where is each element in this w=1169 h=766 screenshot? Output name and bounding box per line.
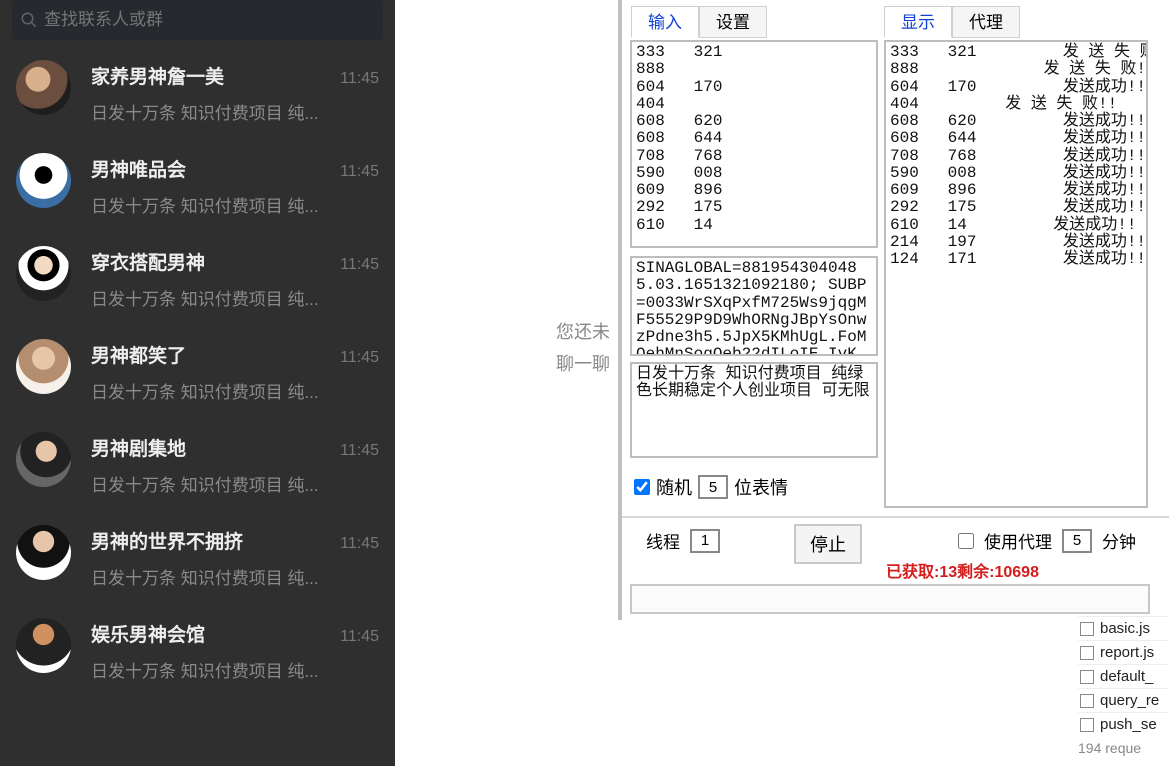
status-got: 13 [939,564,957,581]
checkbox-icon[interactable] [1080,622,1094,636]
file-name: query_re [1100,692,1159,709]
tab-input[interactable]: 输入 [631,6,699,38]
random-checkbox[interactable] [634,479,650,495]
checkbox-icon[interactable] [1080,718,1094,732]
status-left: 10698 [994,564,1039,581]
contact-preview: 日发十万条 知识付费项目 纯... [91,192,351,217]
hint-line: 聊一聊 [556,348,610,380]
file-name: default_ [1100,668,1153,685]
contact-item[interactable]: 男神剧集地 11:45 日发十万条 知识付费项目 纯... [0,417,395,510]
tabs-display-proxy: 显示 代理 [884,6,1020,38]
thread-row: 线程 [646,528,720,553]
avatar [16,153,71,208]
contact-preview: 日发十万条 知识付费项目 纯... [91,564,351,589]
chat-placeholder-hint: 您还未 聊一聊 [556,316,610,381]
thread-input[interactable] [690,529,720,553]
file-name: report.js [1100,644,1154,661]
request-count: 194 reque [1078,736,1169,756]
file-row[interactable]: basic.js [1078,616,1169,640]
avatar [16,432,71,487]
contacts-list: 家养男神詹一美 11:45 日发十万条 知识付费项目 纯... 男神唯品会 11:4… [0,46,395,696]
contacts-sidebar: 家养男神詹一美 11:45 日发十万条 知识付费项目 纯... 男神唯品会 11:4… [0,0,395,766]
thread-label: 线程 [646,528,680,553]
file-name: push_se [1100,716,1157,733]
devtools-filelist-peek: basic.js report.js default_ query_re pus… [1078,616,1169,756]
use-proxy-label: 使用代理 [984,528,1052,553]
status-prefix: 已获取: [886,564,939,581]
avatar [16,339,71,394]
proxy-minutes-input[interactable] [1062,529,1092,553]
contact-preview: 日发十万条 知识付费项目 纯... [91,657,351,682]
random-count-input[interactable] [698,475,728,499]
progress-bar [630,584,1150,614]
contact-preview: 日发十万条 知识付费项目 纯... [91,285,351,310]
avatar [16,60,71,115]
random-suffix: 位表情 [734,474,788,500]
proxy-row: 使用代理 分钟 [958,528,1136,553]
send-log-textbox[interactable]: 333 321 发 送 失 败!! 888 发 送 失 败!! 604 170 … [884,40,1148,508]
message-template-textbox[interactable]: 日发十万条 知识付费项目 纯绿色长期稳定个人创业项目 可无限 [630,362,878,458]
tab-settings[interactable]: 设置 [699,6,767,38]
tool-bottom-bar: 线程 停止 使用代理 分钟 已获取:13剩余:10698 [622,516,1169,528]
contact-name: 男神剧集地 [91,434,186,461]
contact-time: 11:45 [340,628,379,646]
contact-time: 11:45 [340,349,379,367]
use-proxy-checkbox[interactable] [958,533,974,549]
contact-item[interactable]: 男神唯品会 11:45 日发十万条 知识付费项目 纯... [0,138,395,231]
search-input[interactable] [44,10,375,30]
tab-proxy[interactable]: 代理 [952,6,1020,38]
search-icon [20,11,38,29]
checkbox-icon[interactable] [1080,646,1094,660]
checkbox-icon[interactable] [1080,694,1094,708]
tool-window: 输入 设置 显示 代理 333 321 888 604 170 404 608 … [618,0,1169,620]
contact-name: 男神唯品会 [91,155,186,182]
contact-item[interactable]: 男神都笑了 11:45 日发十万条 知识付费项目 纯... [0,324,395,417]
contact-preview: 日发十万条 知识付费项目 纯... [91,471,351,496]
fetch-status: 已获取:13剩余:10698 [886,558,1039,582]
file-row[interactable]: report.js [1078,640,1169,664]
contact-item[interactable]: 男神的世界不拥挤 11:45 日发十万条 知识付费项目 纯... [0,510,395,603]
random-label: 随机 [656,474,692,500]
tabs-input-settings: 输入 设置 [631,6,767,38]
contact-item[interactable]: 娱乐男神会馆 11:45 日发十万条 知识付费项目 纯... [0,603,395,696]
contact-item[interactable]: 家养男神詹一美 11:45 日发十万条 知识付费项目 纯... [0,46,395,138]
contact-name: 男神的世界不拥挤 [91,527,243,554]
search-bar[interactable] [12,0,383,40]
ids-textbox[interactable]: 333 321 888 604 170 404 608 620 608 644 … [630,40,878,248]
avatar [16,618,71,673]
contact-name: 家养男神詹一美 [91,62,224,89]
file-row[interactable]: query_re [1078,688,1169,712]
file-name: basic.js [1100,620,1150,637]
proxy-suffix: 分钟 [1102,528,1136,553]
contact-name: 穿衣搭配男神 [91,248,205,275]
contact-time: 11:45 [340,442,379,460]
stop-button[interactable]: 停止 [794,524,862,564]
status-mid: 剩余: [957,564,994,581]
file-row[interactable]: default_ [1078,664,1169,688]
contact-preview: 日发十万条 知识付费项目 纯... [91,99,351,124]
avatar [16,246,71,301]
checkbox-icon[interactable] [1080,670,1094,684]
hint-line: 您还未 [556,316,610,348]
contact-time: 11:45 [340,70,379,88]
contact-time: 11:45 [340,535,379,553]
contact-time: 11:45 [340,256,379,274]
contact-time: 11:45 [340,163,379,181]
cookie-textbox[interactable]: SINAGLOBAL=8819543040485.03.165132109218… [630,256,878,356]
tab-display[interactable]: 显示 [884,6,952,38]
contact-preview: 日发十万条 知识付费项目 纯... [91,378,351,403]
avatar [16,525,71,580]
contact-name: 娱乐男神会馆 [91,620,205,647]
contact-name: 男神都笑了 [91,341,186,368]
contact-item[interactable]: 穿衣搭配男神 11:45 日发十万条 知识付费项目 纯... [0,231,395,324]
random-emoji-row: 随机 位表情 [634,474,788,500]
file-row[interactable]: push_se [1078,712,1169,736]
